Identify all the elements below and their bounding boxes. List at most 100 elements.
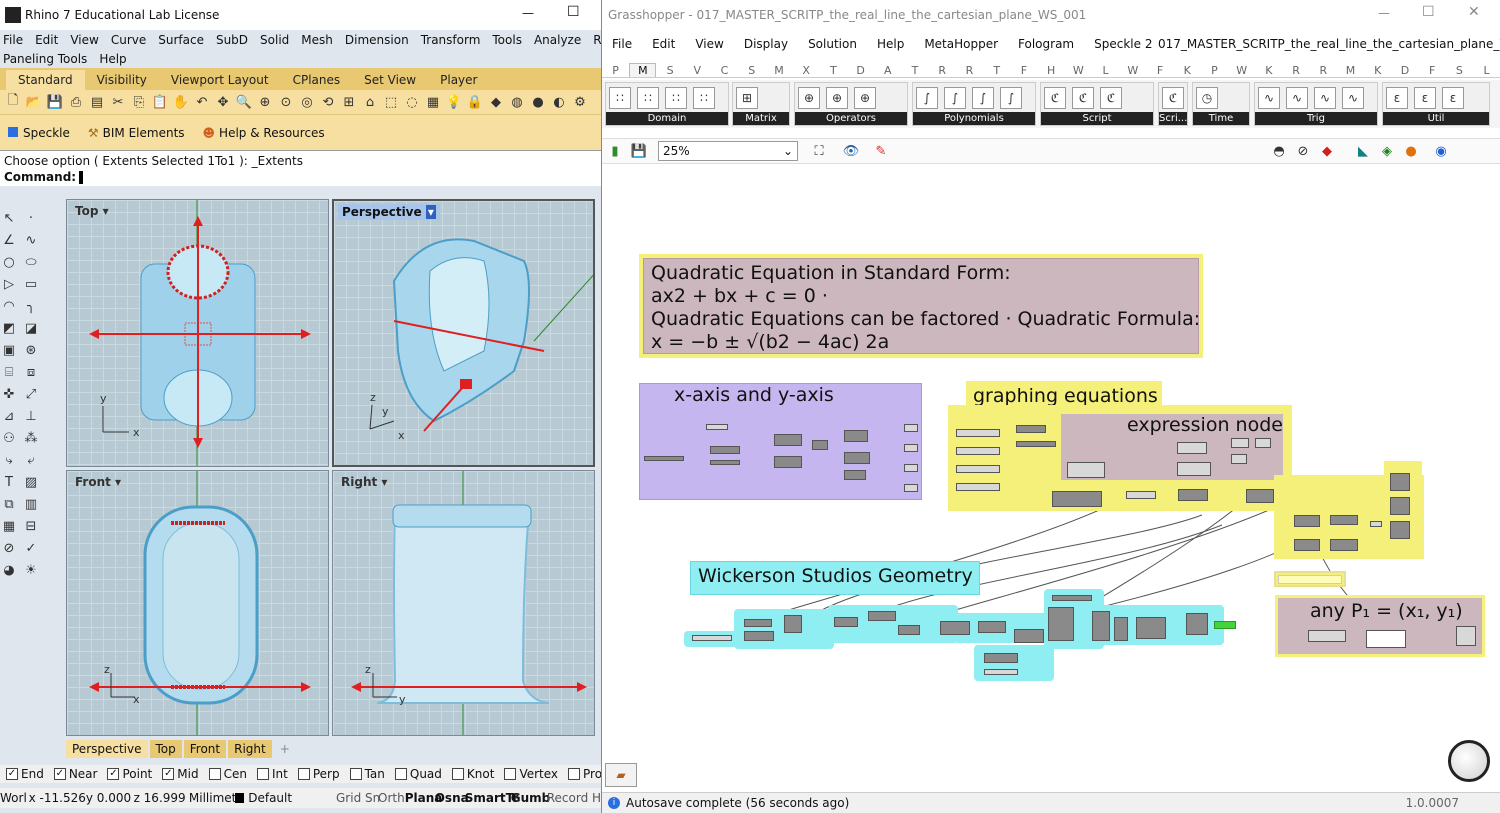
save-file-icon[interactable]: 💾	[630, 142, 648, 160]
block-icon[interactable]: ⧉	[0, 495, 18, 513]
component-icon[interactable]: ∫	[972, 87, 994, 109]
zoom-extents-icon[interactable]: ⛶	[810, 142, 828, 160]
osnap-checkbox[interactable]	[297, 768, 310, 780]
zoom-selected-icon[interactable]: ◎	[298, 93, 316, 111]
node[interactable]	[844, 470, 866, 480]
ellipse-icon[interactable]: ⬭	[22, 253, 40, 271]
options-icon[interactable]: ⚙	[571, 93, 589, 111]
osnap-project[interactable]: Project	[568, 767, 601, 781]
node[interactable]	[956, 447, 1000, 455]
node[interactable]	[904, 464, 918, 472]
gh-group-label[interactable]: Util	[1383, 112, 1489, 125]
osnap-checkbox[interactable]	[256, 768, 269, 780]
select-arrow-icon[interactable]: ↖	[0, 209, 18, 227]
node[interactable]	[1214, 621, 1236, 629]
menu-item-solid[interactable]: Solid	[254, 33, 295, 47]
viewport-tab-front[interactable]: Front	[183, 740, 227, 758]
cplane-icon[interactable]: ⌂	[361, 93, 379, 111]
preview-shaded-icon[interactable]: ⊘	[1294, 142, 1312, 160]
gh-menu-edit[interactable]: Edit	[642, 37, 685, 51]
gh-minimize-button[interactable]: —	[1378, 6, 1390, 20]
component-icon[interactable]: ε	[1442, 87, 1464, 109]
component-icon[interactable]: ∿	[1286, 87, 1308, 109]
command-input[interactable]	[79, 171, 84, 184]
node[interactable]	[1052, 595, 1092, 601]
component-icon[interactable]: ⊕	[854, 87, 876, 109]
sketch-pen-icon[interactable]: ✎	[872, 142, 890, 160]
status-record[interactable]: Record H	[547, 791, 601, 805]
minimize-button[interactable]: —	[522, 6, 534, 20]
render-tool-icon[interactable]: ◕	[0, 561, 18, 579]
gh-group-label[interactable]: Script	[1041, 112, 1153, 125]
gh-tab-4[interactable]: C	[711, 64, 738, 77]
status-grid-snap[interactable]: Grid Sn	[336, 791, 380, 805]
material-icon[interactable]: ◆	[487, 93, 505, 111]
gh-menu-help[interactable]: Help	[867, 37, 914, 51]
osnap-checkbox[interactable]	[504, 768, 517, 780]
viewport-tab-top[interactable]: Top	[149, 740, 182, 758]
gh-component-box-icon[interactable]: ▰	[605, 763, 637, 787]
transform-icon[interactable]: ✜	[0, 385, 18, 403]
gh-tab-14[interactable]: T	[983, 64, 1010, 77]
save-icon[interactable]: 💾	[46, 93, 64, 111]
zoom-icon[interactable]: 🔍	[235, 93, 253, 111]
gh-tab-12[interactable]: R	[929, 64, 956, 77]
node[interactable]	[844, 430, 868, 442]
node[interactable]	[1231, 438, 1249, 448]
circle-icon[interactable]: ○	[0, 253, 18, 271]
gh-tab-23[interactable]: W	[1228, 64, 1255, 77]
status-osnap[interactable]: Osna	[435, 791, 469, 805]
component-icon[interactable]: ε	[1386, 87, 1408, 109]
node[interactable]	[1092, 611, 1110, 641]
print-icon[interactable]: ⎙	[67, 93, 85, 111]
new-icon[interactable]: 🗋	[4, 93, 22, 111]
node[interactable]	[784, 615, 802, 633]
osnap-tan[interactable]: Tan	[349, 767, 385, 781]
osnap-icon[interactable]: ◌	[403, 93, 421, 111]
zoom-window-icon[interactable]: ⊕	[256, 93, 274, 111]
node[interactable]	[904, 424, 918, 432]
group-expression[interactable]: expression node	[1058, 411, 1286, 483]
gh-group-label[interactable]: Operators	[795, 112, 907, 125]
node[interactable]	[644, 456, 684, 461]
properties-icon[interactable]: ▤	[88, 93, 106, 111]
cut-icon[interactable]: ✂	[109, 93, 127, 111]
node[interactable]	[1370, 521, 1382, 527]
add-viewport-tab-button[interactable]: +	[274, 742, 296, 756]
gh-navigation-widget[interactable]	[1448, 740, 1490, 782]
viewport-tab-perspective[interactable]: Perspective	[66, 740, 148, 758]
array-icon[interactable]: ⁂	[22, 429, 40, 447]
layer-icon[interactable]: ▦	[424, 93, 442, 111]
node[interactable]	[1294, 539, 1320, 551]
viewport-top[interactable]: xy Top ▾	[66, 199, 329, 467]
gh-tab-3[interactable]: V	[684, 64, 711, 77]
component-icon[interactable]: ◷	[1196, 87, 1218, 109]
osnap-checkbox[interactable]	[208, 768, 221, 780]
node[interactable]	[710, 460, 740, 465]
group-wickerson-body[interactable]	[684, 589, 1244, 681]
gh-menu-display[interactable]: Display	[734, 37, 798, 51]
osnap-checkbox[interactable]: ✓	[162, 768, 175, 780]
node[interactable]	[1186, 613, 1208, 635]
gh-tab-29[interactable]: D	[1391, 64, 1418, 77]
gh-menu-metahopper[interactable]: MetaHopper	[914, 37, 1008, 51]
gh-tab-6[interactable]: M	[765, 64, 792, 77]
node[interactable]	[1330, 539, 1358, 551]
status-world[interactable]: Worl	[0, 791, 29, 805]
node[interactable]	[1308, 630, 1346, 642]
color-quality-icon[interactable]: ◈	[1378, 142, 1396, 160]
gh-tab-1[interactable]: M	[629, 63, 657, 77]
node[interactable]	[1246, 489, 1274, 503]
node[interactable]	[774, 434, 802, 446]
pan-icon[interactable]: ✋	[172, 93, 190, 111]
node[interactable]	[1390, 473, 1410, 491]
boolean-icon[interactable]: ⊛	[22, 341, 40, 359]
toolbar-tab-visibility[interactable]: Visibility	[85, 70, 159, 90]
lock-icon[interactable]: 🔒	[466, 93, 484, 111]
node[interactable]	[904, 444, 918, 452]
osnap-checkbox[interactable]: ✓	[6, 768, 18, 780]
node[interactable]	[1052, 491, 1102, 507]
osnap-checkbox[interactable]: ✓	[53, 768, 66, 780]
light-icon[interactable]: 💡	[445, 93, 463, 111]
node[interactable]	[898, 625, 920, 635]
